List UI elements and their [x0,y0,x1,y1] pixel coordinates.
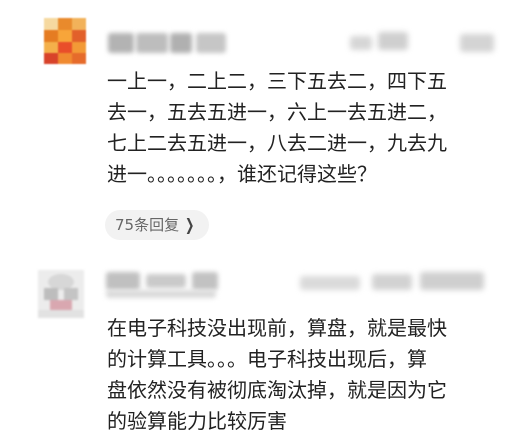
view-replies-button[interactable]: 75条回复 ❯ [105,210,209,240]
comment-text: 在电子科技没出现前，算盘，就是最快 的计算工具。。。电子科技出现后，算 盘依然没… [107,313,447,437]
reply-count-label: 75条回复 [115,216,180,234]
comment-text: 一上一，二上二，三下五去二，四下五 去一，五去五进一，六上一去五进二， 七上二去… [107,66,447,190]
comment-line: 的验算能力比较厉害 [107,409,287,433]
comment-line: 七上二去五进一，八去二进一，九去九 [107,131,447,155]
comment-line: 在电子科技没出现前，算盘，就是最快 [107,316,447,340]
comment-line: 的计算工具。。。电子科技出现后，算 [107,347,427,371]
author-name-blurred[interactable] [108,33,228,53]
comment-line: 去一，五去五进一，六上一去五进二， [107,100,447,124]
avatar[interactable] [44,18,86,64]
comment-feed: 一上一，二上二，三下五去二，四下五 去一，五去五进一，六上一去五进二， 七上二去… [0,0,514,437]
comment-line: 盘依然没有被彻底淘汰掉，就是因为它 [107,378,447,402]
avatar[interactable] [38,270,84,318]
comment-line: 进一。。。。。。。，谁还记得这些？ [107,162,377,186]
comment-line: 一上一，二上二，三下五去二，四下五 [107,69,447,93]
chevron-right-icon: ❯ [185,215,195,234]
